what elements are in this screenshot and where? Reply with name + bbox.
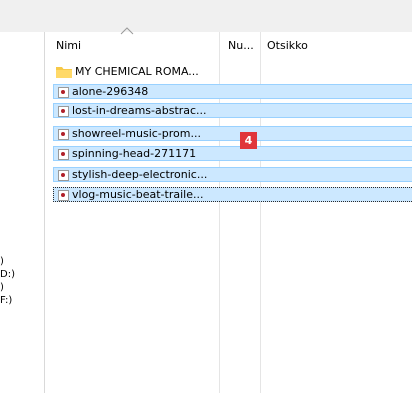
list-item-audio[interactable]: spinning-head-271171	[53, 146, 412, 161]
sort-ascending-icon	[120, 27, 134, 35]
audio-file-icon	[58, 106, 69, 117]
audio-file-icon	[58, 149, 69, 160]
item-name: spinning-head-271171	[72, 147, 197, 160]
list-item-audio[interactable]: showreel-music-prom...	[53, 126, 412, 141]
audio-file-icon	[58, 170, 69, 181]
list-item-audio[interactable]: lost-in-dreams-abstrac...	[53, 103, 412, 118]
drive-item[interactable]: )	[0, 255, 4, 269]
item-name: vlog-music-beat-traile...	[72, 188, 204, 201]
item-name: showreel-music-prom...	[72, 127, 201, 140]
item-name: alone-296348	[72, 85, 149, 98]
navigation-pane: ) D:) ) F:)	[0, 32, 44, 393]
list-item-audio[interactable]: stylish-deep-electronic...	[53, 167, 412, 182]
list-item-audio[interactable]: alone-296348	[53, 84, 412, 99]
drive-item[interactable]: )	[0, 281, 4, 295]
folder-icon	[56, 67, 72, 78]
audio-file-icon	[58, 87, 69, 98]
item-name: lost-in-dreams-abstrac...	[72, 104, 207, 117]
step-number-badge: 4	[240, 132, 257, 149]
audio-file-icon	[58, 129, 69, 140]
pane-divider[interactable]	[44, 32, 45, 393]
column-header-name[interactable]: Nimi	[56, 38, 81, 54]
list-item-audio-focused[interactable]: vlog-music-beat-traile...	[53, 187, 412, 202]
item-name: MY CHEMICAL ROMA...	[75, 65, 199, 78]
item-name: stylish-deep-electronic...	[72, 168, 208, 181]
column-header-number[interactable]: Nu...	[228, 38, 254, 54]
column-header-title[interactable]: Otsikko	[267, 38, 308, 54]
window-top-bar	[0, 0, 412, 32]
drive-item-d[interactable]: D:)	[0, 268, 15, 282]
drive-item-f[interactable]: F:)	[0, 294, 12, 308]
list-item-folder[interactable]: MY CHEMICAL ROMA...	[53, 65, 412, 80]
audio-file-icon	[58, 190, 69, 201]
